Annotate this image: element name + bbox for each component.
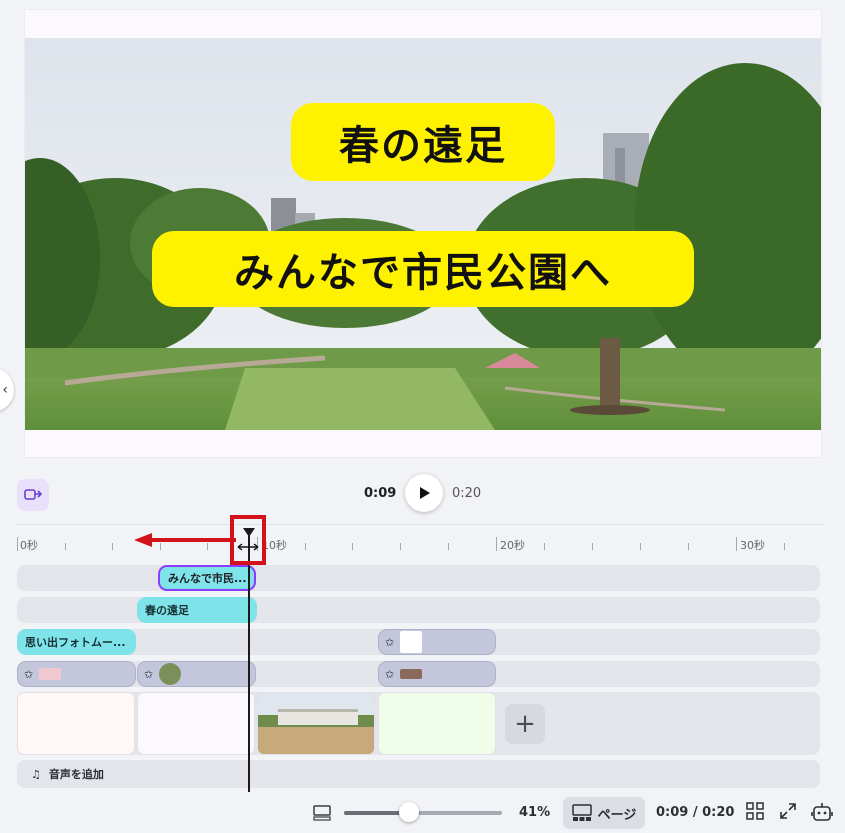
page-thumbnail-1[interactable] <box>17 692 135 755</box>
caption-subtitle[interactable]: みんなで市民公園へ <box>152 231 694 307</box>
caption-title[interactable]: 春の遠足 <box>291 103 555 181</box>
element-thumbnail <box>159 663 182 685</box>
grid-icon[interactable] <box>745 801 765 821</box>
element-thumbnail <box>39 668 62 680</box>
page-time: 0:09 / 0:20 <box>656 805 735 820</box>
red-highlight-annotation <box>230 515 266 565</box>
ruler-tick <box>688 543 689 550</box>
plus-icon: + <box>514 709 536 739</box>
page-thumbnail-3[interactable] <box>257 692 375 755</box>
design-page-preview[interactable]: 春の遠足 みんなで市民公園へ <box>25 10 821 457</box>
ruler-tick <box>400 543 401 550</box>
element-clip[interactable]: ✩ <box>378 629 496 655</box>
transition-button[interactable] <box>17 479 49 511</box>
clip-label: みんなで市民... <box>168 572 247 585</box>
resize-horizontal-icon <box>237 543 259 551</box>
element-icon: ✩ <box>385 667 395 681</box>
element-clip[interactable]: ✩ <box>17 661 136 687</box>
clip-label: 春の遠足 <box>145 604 189 617</box>
ruler-label-0: 0秒 <box>20 539 38 552</box>
element-icon: ✩ <box>144 667 154 681</box>
zoom-slider[interactable] <box>344 802 504 823</box>
timeline-view-icon[interactable] <box>312 803 332 823</box>
ruler-tick <box>305 543 306 550</box>
ruler-label-30: 30秒 <box>740 539 765 552</box>
page-view-label: ページ <box>597 807 637 823</box>
add-page-button[interactable]: + <box>505 704 545 744</box>
page-view-icon <box>571 804 592 821</box>
music-note-icon: ♫ <box>31 767 41 781</box>
divider <box>17 524 825 525</box>
ruler-tick <box>640 543 641 550</box>
text-clip-photo-movie[interactable]: 思い出フォトムー... <box>17 629 136 655</box>
ruler-label-20: 20秒 <box>500 539 525 552</box>
track-text-1 <box>17 565 820 591</box>
add-audio-label: 音声を追加 <box>48 768 104 781</box>
play-button[interactable] <box>405 474 443 512</box>
element-clip[interactable]: ✩ <box>137 661 256 687</box>
element-clip[interactable]: ✩ <box>378 661 496 687</box>
panel-collapse-button[interactable]: ‹ <box>0 368 14 412</box>
school-photo <box>258 693 374 754</box>
fullscreen-icon[interactable] <box>778 801 798 821</box>
clip-label: 思い出フォトムー... <box>25 636 126 649</box>
total-time: 0:20 <box>452 486 482 501</box>
ruler-tick <box>352 543 353 550</box>
zoom-percent: 41% <box>519 805 551 820</box>
zoom-slider-handle[interactable] <box>399 802 419 822</box>
add-audio-track[interactable]: ♫ 音声を追加 <box>17 760 820 788</box>
play-icon <box>420 487 430 499</box>
transition-icon <box>24 489 43 500</box>
ruler-tick <box>784 543 785 550</box>
ruler-tick <box>112 543 113 550</box>
page-thumbnail-2[interactable] <box>137 692 255 755</box>
element-thumbnail <box>400 631 423 653</box>
ruler-tick <box>65 543 66 550</box>
page-thumbnail-4[interactable] <box>378 692 496 755</box>
playhead-line[interactable] <box>248 528 250 792</box>
ruler-tick <box>448 543 449 550</box>
ruler-tick <box>496 537 497 551</box>
ruler-tick <box>17 537 18 551</box>
ruler-tick <box>544 543 545 550</box>
current-time: 0:09 <box>364 486 397 501</box>
text-clip-title[interactable]: 春の遠足 <box>137 597 257 623</box>
red-arrow-annotation <box>132 530 236 554</box>
assistant-robot-icon[interactable] <box>811 801 833 823</box>
element-icon: ✩ <box>385 635 395 649</box>
ruler-tick <box>592 543 593 550</box>
page-view-button[interactable]: ページ <box>563 797 645 829</box>
chevron-left-icon: ‹ <box>2 382 8 398</box>
element-thumbnail <box>400 669 423 679</box>
ruler-tick <box>736 537 737 551</box>
element-icon: ✩ <box>24 667 34 681</box>
text-clip-subtitle[interactable]: みんなで市民... <box>158 565 256 591</box>
